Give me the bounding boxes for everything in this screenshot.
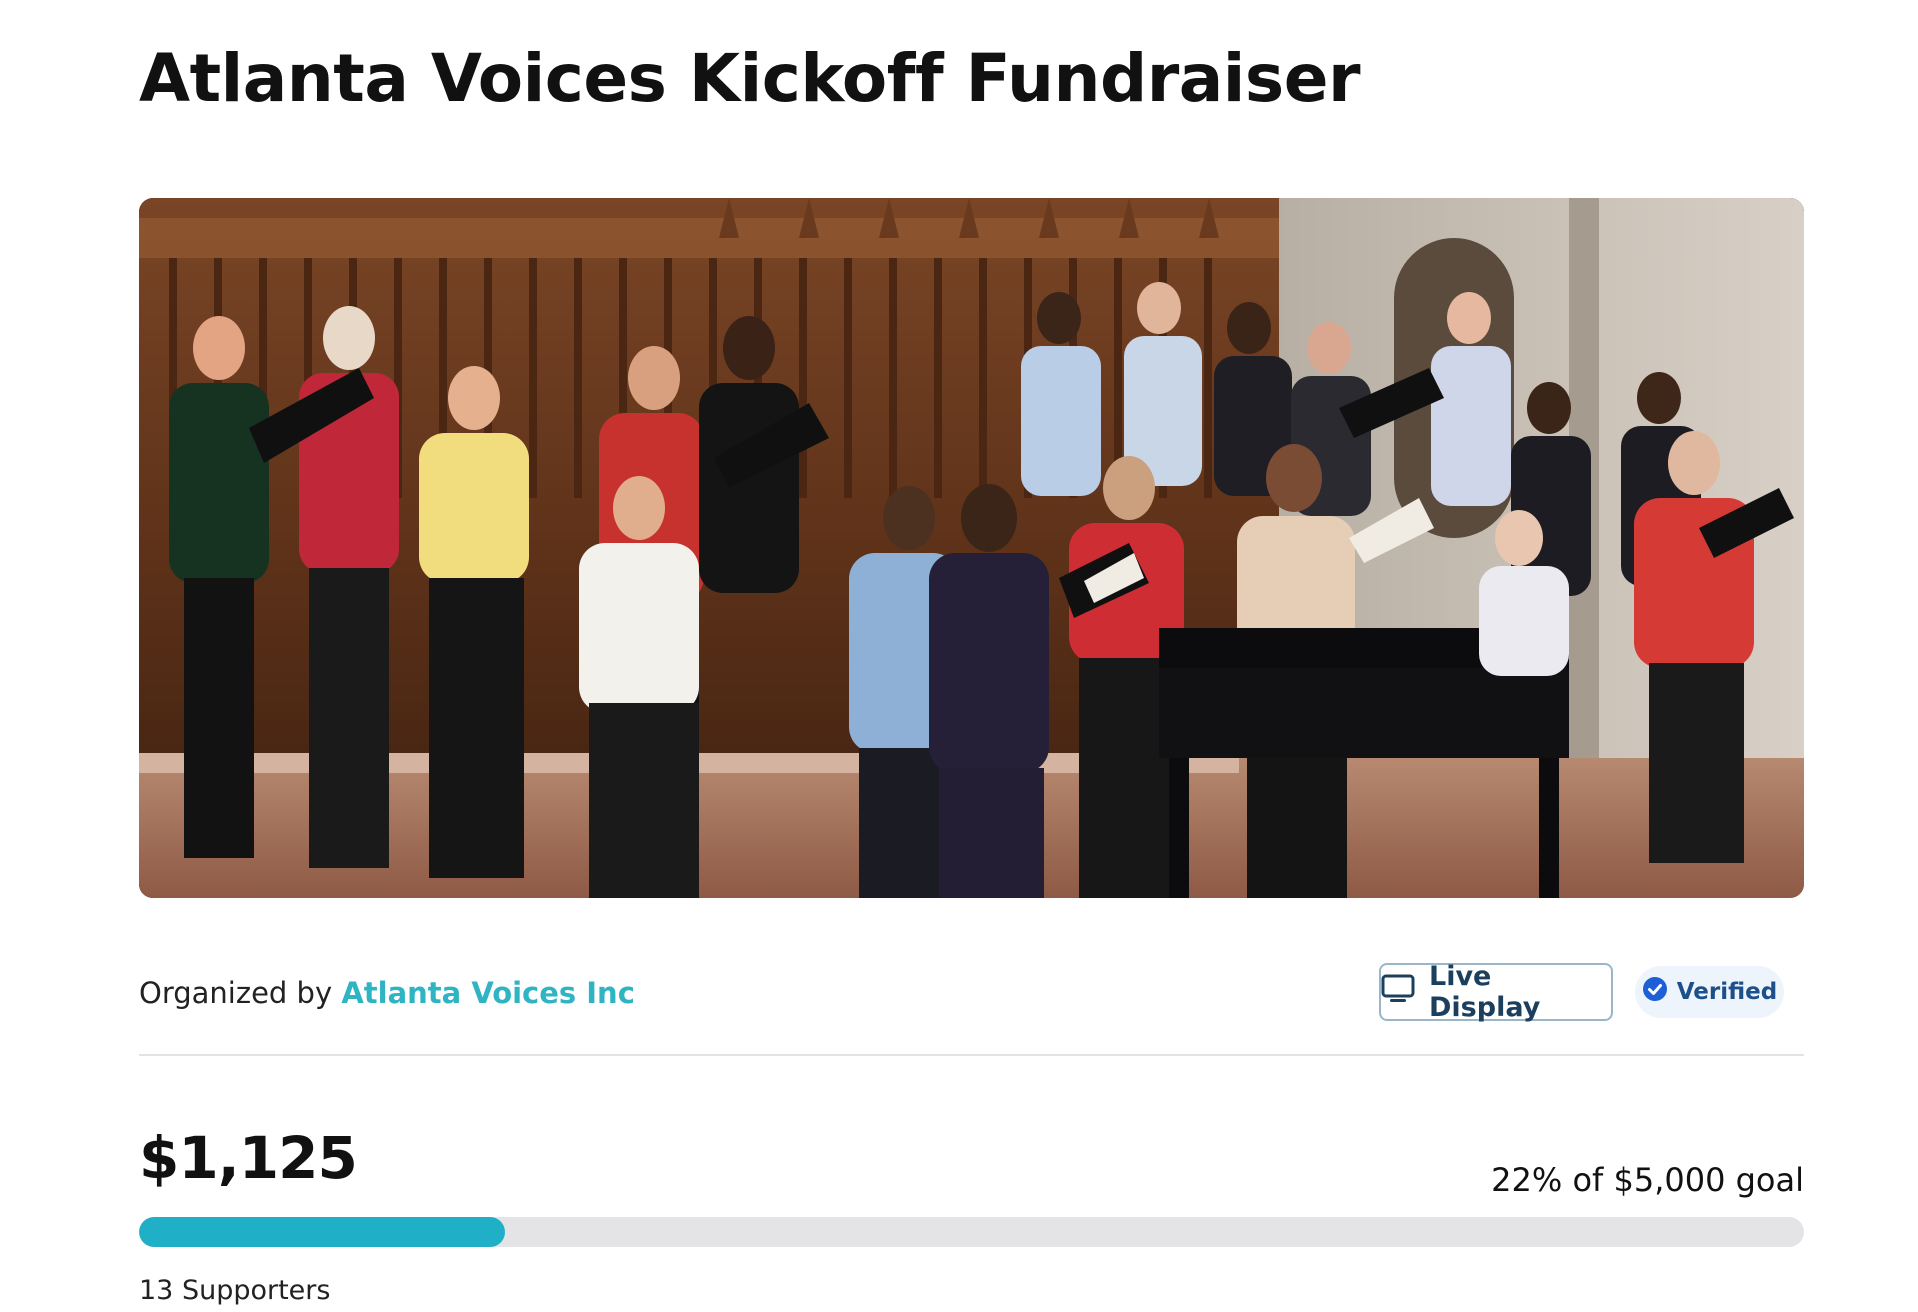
verified-badge: Verified <box>1635 966 1784 1018</box>
progress-bar <box>139 1217 1804 1247</box>
live-display-button[interactable]: Live Display <box>1379 961 1613 1023</box>
supporters-count: 13 Supporters <box>139 1275 331 1306</box>
progress-bar-fill <box>139 1217 506 1247</box>
monitor-icon <box>1381 974 1415 1011</box>
goal-progress-text: 22% of $5,000 goal <box>1491 1161 1804 1199</box>
check-badge-icon <box>1642 976 1668 1008</box>
amount-raised: $1,125 <box>139 1124 358 1192</box>
organizer-line: Organized by Atlanta Voices Inc <box>139 973 635 1013</box>
organizer-link[interactable]: Atlanta Voices Inc <box>341 976 635 1010</box>
choir-photo <box>139 198 1804 898</box>
organizer-prefix: Organized by <box>139 976 333 1010</box>
live-display-label: Live Display <box>1429 961 1541 1023</box>
hero-image <box>139 198 1804 898</box>
page-title: Atlanta Voices Kickoff Fundraiser <box>139 40 1361 117</box>
section-divider <box>139 1054 1804 1056</box>
verified-label: Verified <box>1676 979 1778 1005</box>
